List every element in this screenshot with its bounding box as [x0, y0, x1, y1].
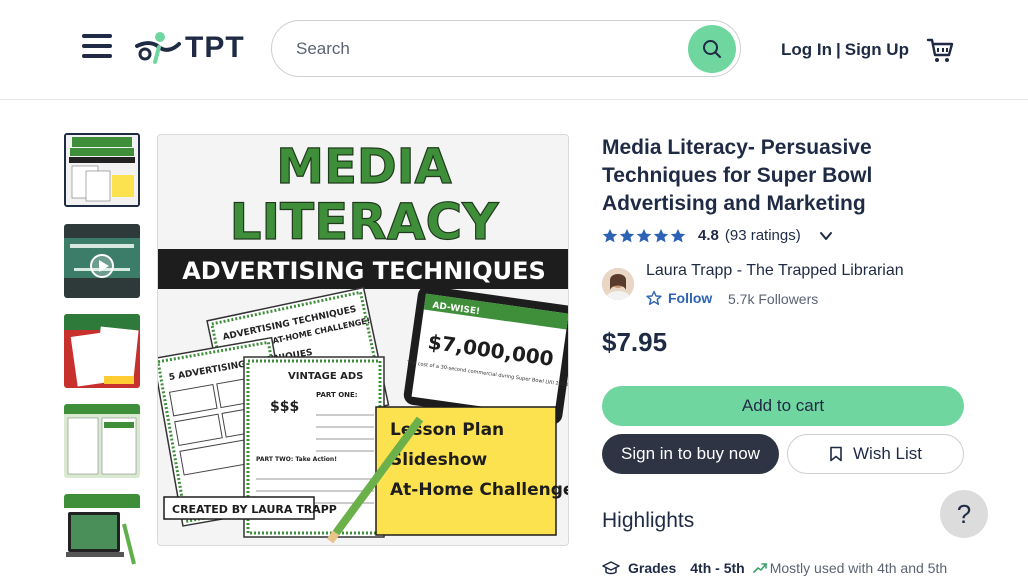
trending-up-icon — [752, 563, 767, 573]
seller-name-link[interactable]: Laura Trapp - The Trapped Librarian — [646, 262, 904, 280]
login-link[interactable]: Log In — [781, 40, 832, 60]
shopping-cart-icon[interactable] — [926, 36, 954, 64]
sheet3-title: VINTAGE ADS — [288, 371, 363, 382]
help-button[interactable]: ? — [940, 490, 988, 538]
cover-title-line1: MEDIA — [276, 139, 451, 195]
cover-item-2: Slideshow — [390, 450, 487, 470]
cover-title-line2: LITERACY — [230, 193, 500, 251]
search-button[interactable] — [688, 25, 736, 73]
product-title: Media Literacy- Persuasive Techniques fo… — [602, 136, 873, 215]
search-bar — [271, 20, 741, 77]
thumbnail-video[interactable] — [64, 224, 140, 298]
auth-links: Log In | Sign Up — [781, 40, 909, 60]
grades-note-text: Mostly used with 4th and 5th — [769, 560, 948, 576]
hamburger-menu-icon[interactable] — [82, 34, 112, 62]
grades-label: Grades — [628, 560, 677, 576]
sheet3-part-one: PART ONE: — [316, 391, 358, 399]
signup-link[interactable]: Sign Up — [845, 40, 909, 60]
rating-value: 4.8 — [698, 227, 719, 244]
thumbnail-preview-4[interactable] — [64, 404, 140, 478]
main-product-image[interactable]: MEDIA LITERACY ADVERTISING TECHNIQUES AD… — [157, 134, 569, 546]
thumbnail-cover[interactable] — [64, 133, 140, 207]
star-icon — [602, 228, 618, 242]
follow-label: Follow — [668, 290, 713, 306]
tpt-logo-icon — [135, 32, 181, 64]
star-outline-icon — [646, 290, 662, 306]
cover-banner: ADVERTISING TECHNIQUES — [182, 257, 546, 285]
star-rating — [602, 228, 686, 244]
wishlist-button[interactable]: Wish List — [787, 434, 964, 474]
followers-count: 5.7k Followers — [728, 291, 819, 307]
graduation-cap-icon — [602, 561, 620, 575]
site-header: TPT Log In | Sign Up — [0, 0, 1028, 100]
bookmark-icon — [830, 446, 842, 462]
add-to-cart-button[interactable]: Add to cart — [602, 386, 964, 426]
star-icon — [653, 228, 669, 242]
tpt-logo[interactable]: TPT — [133, 30, 245, 66]
highlights-heading: Highlights — [602, 509, 695, 532]
follow-button[interactable]: Follow — [646, 290, 712, 306]
seller-avatar[interactable] — [602, 268, 634, 300]
wishlist-label: Wish List — [853, 444, 922, 463]
buy-now-button[interactable]: Sign in to buy now — [602, 434, 779, 474]
chevron-down-icon[interactable] — [819, 229, 833, 243]
search-input[interactable] — [296, 37, 676, 61]
rating-row[interactable]: 4.8 (93 ratings) — [602, 227, 833, 244]
star-icon — [636, 228, 652, 242]
cover-credit: CREATED BY LAURA TRAPP — [172, 503, 337, 516]
product-price: $7.95 — [602, 327, 668, 357]
cover-item-3: At-Home Challenge — [390, 480, 569, 500]
sheet3-price: $$$ — [270, 399, 299, 415]
rating-count: (93 ratings) — [724, 227, 801, 244]
auth-separator: | — [835, 40, 841, 59]
sheet3-part-two: PART TWO: Take Action! — [256, 456, 337, 463]
thumbnail-preview-3[interactable] — [64, 314, 140, 388]
search-icon — [703, 40, 721, 58]
star-icon — [619, 228, 635, 242]
star-icon — [670, 228, 686, 242]
thumbnail-preview-5[interactable] — [64, 494, 140, 568]
grades-note: Mostly used with 4th and 5th — [752, 560, 948, 576]
grades-row: Grades 4th - 5th Mostly used with 4th an… — [602, 560, 947, 576]
logo-text: TPT — [185, 31, 245, 64]
grades-value[interactable]: 4th - 5th — [690, 560, 744, 576]
